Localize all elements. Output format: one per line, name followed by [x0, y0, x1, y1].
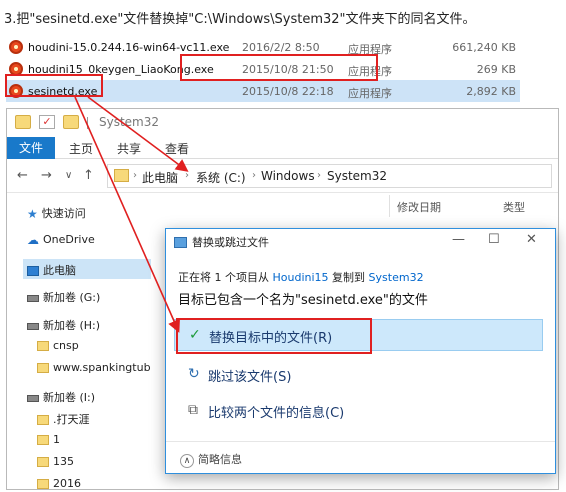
tab-home[interactable]: 主页: [69, 140, 93, 157]
destination-link[interactable]: System32: [369, 271, 424, 284]
breadcrumb-drive[interactable]: 系统 (C:): [196, 169, 246, 186]
forward-arrow-icon[interactable]: →: [41, 168, 52, 183]
nav-label: 新加卷 (H:): [43, 319, 101, 332]
nav-label: 快速访问: [41, 207, 86, 220]
copy-icon: [174, 237, 187, 248]
copy-status: 正在将 1 个项目从 Houdini15 复制到 System32: [178, 269, 424, 285]
new-folder-icon[interactable]: [63, 115, 79, 129]
divider: [166, 441, 555, 442]
houdini-app-icon: [9, 40, 23, 54]
computer-icon: [27, 266, 39, 276]
nav-label: .打天涯: [53, 413, 90, 426]
breadcrumb-windows[interactable]: Windows: [261, 169, 315, 183]
column-divider[interactable]: [389, 195, 390, 217]
file-size: 2,892 KB: [466, 85, 516, 98]
nav-label: 此电脑: [43, 264, 76, 277]
folder-icon: [114, 169, 129, 182]
compare-option-button[interactable]: ⧉ 比较两个文件的信息(C): [174, 395, 543, 427]
properties-check-icon[interactable]: ✓: [39, 115, 55, 129]
nav-drive-g[interactable]: 新加卷 (G:): [27, 289, 100, 305]
dialog-title: 替换或跳过文件: [192, 236, 269, 249]
address-bar-row: ← → ∨ ↑ › 此电脑 › 系统 (C:) › Windows › Syst…: [7, 159, 558, 193]
nav-folder-2016[interactable]: 2016: [37, 477, 81, 490]
nav-folder-spanking[interactable]: www.spankingtub: [37, 361, 151, 374]
status-text: 正在将 1 个项目从: [178, 271, 273, 284]
star-icon: ★: [27, 207, 38, 221]
compare-icon: ⧉: [188, 402, 198, 418]
column-header-date[interactable]: 修改日期: [397, 199, 441, 215]
folder-icon: [37, 479, 49, 489]
navigation-pane: ★ 快速访问 ☁ OneDrive 此电脑 新加卷 (G:) 新加卷 (H:) cn…: [7, 193, 157, 490]
cloud-icon: ☁: [27, 233, 39, 247]
nav-label: 135: [53, 455, 74, 468]
title-bar: ✓ System32: [7, 109, 558, 137]
nav-label: 新加卷 (G:): [43, 291, 101, 304]
nav-label: cnsp: [53, 339, 79, 352]
folder-icon[interactable]: [15, 115, 31, 129]
breadcrumb-system32[interactable]: System32: [327, 169, 387, 183]
tab-file[interactable]: 文件: [7, 137, 55, 159]
nav-folder-135[interactable]: 135: [37, 455, 74, 468]
address-box[interactable]: › 此电脑 › 系统 (C:) › Windows › System32: [107, 164, 552, 188]
file-date: 2015/10/8 22:18: [242, 85, 334, 98]
chevron-right-icon[interactable]: ›: [133, 170, 137, 181]
tab-view[interactable]: 查看: [165, 140, 189, 157]
tab-share[interactable]: 共享: [117, 140, 141, 157]
nav-label: www.spankingtub: [53, 361, 151, 374]
nav-quick-access[interactable]: ★ 快速访问: [27, 205, 86, 221]
chevron-right-icon[interactable]: ›: [252, 170, 256, 181]
file-type: 应用程序: [348, 87, 392, 100]
chevron-up-icon: ∧: [180, 454, 194, 468]
recent-chevron-icon[interactable]: ∨: [65, 170, 72, 181]
back-arrow-icon[interactable]: ←: [17, 168, 28, 183]
nav-onedrive[interactable]: ☁ OneDrive: [27, 233, 95, 247]
chevron-right-icon[interactable]: ›: [185, 170, 189, 181]
option-label: 比较两个文件的信息(C): [208, 406, 345, 421]
fewer-details-toggle[interactable]: ∧ 简略信息: [180, 451, 242, 468]
file-size: 661,240 KB: [452, 41, 516, 54]
nav-label: OneDrive: [43, 233, 95, 246]
breadcrumb-pc[interactable]: 此电脑: [142, 169, 178, 186]
file-highlight-box: [5, 74, 103, 97]
skip-arrow-icon: ↻: [188, 366, 200, 382]
folder-icon: [37, 415, 49, 425]
folder-icon: [37, 457, 49, 467]
nav-drive-h[interactable]: 新加卷 (H:): [27, 317, 100, 333]
close-icon[interactable]: ✕: [526, 232, 537, 247]
details-label: 简略信息: [198, 453, 242, 466]
replace-highlight-box: [176, 318, 372, 354]
ribbon-tabs: 文件 主页 共享 查看: [7, 137, 558, 159]
nav-label: 新加卷 (I:): [43, 391, 96, 404]
drive-icon: [27, 394, 39, 402]
dialog-heading: 目标已包含一个名为"sesinetd.exe"的文件: [178, 293, 428, 308]
file-date: 2016/2/2 8:50: [242, 41, 320, 54]
nav-this-pc[interactable]: 此电脑: [23, 259, 151, 279]
skip-option-button[interactable]: ↻ 跳过该文件(S): [174, 359, 543, 391]
up-arrow-icon[interactable]: ↑: [83, 168, 94, 183]
drive-icon: [27, 322, 39, 330]
nav-label: 1: [53, 433, 60, 446]
window-title: System32: [99, 115, 160, 129]
nav-folder-1[interactable]: 1: [37, 433, 60, 446]
option-label: 跳过该文件(S): [208, 370, 292, 385]
folder-icon: [37, 435, 49, 445]
nav-drive-i[interactable]: 新加卷 (I:): [27, 389, 95, 405]
folder-icon: [37, 341, 49, 351]
drive-icon: [27, 294, 39, 302]
file-size: 269 KB: [476, 63, 516, 76]
source-link[interactable]: Houdini15: [273, 271, 329, 284]
separator: [87, 117, 88, 129]
chevron-right-icon[interactable]: ›: [317, 170, 321, 181]
path-highlight-box: [180, 54, 378, 81]
status-text: 复制到: [328, 271, 369, 284]
nav-label: 2016: [53, 477, 81, 490]
maximize-icon[interactable]: ☐: [488, 232, 500, 247]
instruction-text: 3.把"sesinetd.exe"文件替换掉"C:\Windows\System…: [4, 12, 476, 27]
folder-icon: [37, 363, 49, 373]
nav-folder-tianya[interactable]: .打天涯: [37, 411, 90, 427]
column-header-type[interactable]: 类型: [503, 199, 525, 215]
minimize-icon[interactable]: —: [452, 232, 465, 247]
file-name: houdini-15.0.244.16-win64-vc11.exe: [28, 41, 230, 54]
nav-folder-cnsp[interactable]: cnsp: [37, 339, 79, 352]
